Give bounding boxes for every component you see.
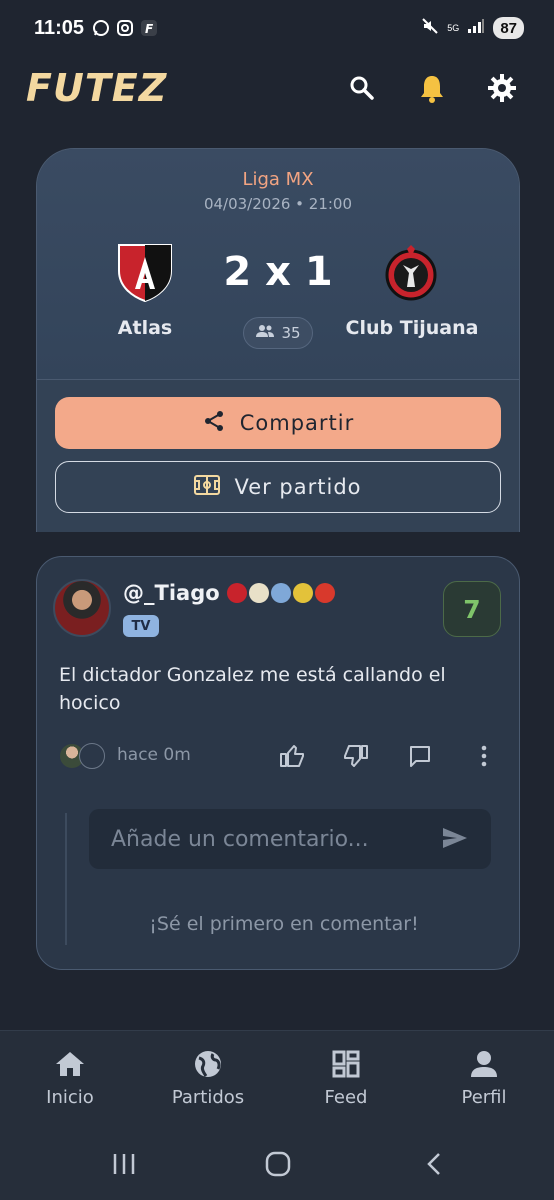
app-logo: FUTEZ (26, 66, 168, 110)
globe-icon (148, 1047, 268, 1081)
card-divider (37, 379, 519, 380)
nav-label-partidos: Partidos (171, 1087, 245, 1108)
match-score: 2 x 1 (223, 249, 333, 295)
team-badge-icon (227, 583, 247, 603)
person-icon (424, 1047, 544, 1081)
dashboard-icon (286, 1047, 406, 1081)
bottom-nav: Inicio Partidos Feed Perfil (0, 1030, 554, 1126)
watch-match-button[interactable]: Ver partido (55, 461, 501, 513)
avatar[interactable] (53, 579, 111, 637)
home-icon (10, 1047, 130, 1081)
comment-placeholder: Añade un comentario... (111, 826, 369, 852)
signal-icon (467, 18, 485, 39)
comment-input[interactable]: Añade un comentario... (89, 809, 491, 869)
nav-label-feed: Feed (324, 1087, 368, 1108)
more-options-icon[interactable] (469, 741, 499, 771)
status-time: 11:05 (34, 16, 85, 39)
back-icon[interactable] (414, 1150, 454, 1178)
post-username[interactable]: @_Tiago (123, 581, 220, 605)
pitch-icon (194, 474, 221, 500)
status-bar: 11:05 F 5G 87 (0, 0, 554, 56)
nav-item-feed[interactable]: Feed (286, 1047, 406, 1108)
comment-icon[interactable] (405, 741, 435, 771)
thumbs-down-icon[interactable] (341, 741, 371, 771)
home-button-icon[interactable] (258, 1150, 298, 1178)
match-datetime: 04/03/2026 • 21:00 (203, 195, 353, 213)
whatsapp-icon (92, 19, 110, 37)
mute-icon (421, 17, 439, 40)
gear-icon[interactable] (486, 72, 518, 104)
match-card[interactable]: Liga MX 04/03/2026 • 21:00 Atlas 2 x 1 3… (36, 148, 520, 532)
league-name: Liga MX (242, 169, 314, 190)
network-type: 5G (447, 22, 460, 33)
post-timestamp: hace 0m (117, 745, 191, 765)
rating-badge[interactable]: 7 (443, 581, 501, 637)
home-team-name: Atlas (117, 317, 173, 339)
post-text: El dictador Gonzalez me está callando el… (59, 664, 446, 714)
share-icon (202, 409, 226, 438)
viewers-count: 35 (243, 317, 313, 349)
group-icon (255, 324, 275, 342)
nav-label-perfil: Perfil (461, 1087, 507, 1108)
team-badge-icon (249, 583, 269, 603)
user-tag: TV (123, 615, 159, 637)
nav-item-partidos[interactable]: Partidos (148, 1047, 268, 1108)
app-bar: FUTEZ (0, 58, 554, 118)
share-label: Compartir (239, 411, 355, 435)
nav-label-inicio: Inicio (46, 1087, 94, 1108)
bell-icon[interactable] (416, 72, 448, 104)
viewers-value: 35 (281, 324, 301, 342)
match-header: Liga MX 04/03/2026 • 21:00 Atlas 2 x 1 3… (37, 149, 519, 379)
share-button[interactable]: Compartir (55, 397, 501, 449)
team-badges (227, 583, 335, 603)
recent-apps-icon[interactable] (104, 1150, 144, 1178)
team-badge-icon (271, 583, 291, 603)
team-badge-icon (293, 583, 313, 603)
system-navigation-bar (0, 1126, 554, 1200)
tijuana-crest-icon (381, 243, 441, 305)
svg-text:F: F (145, 22, 154, 36)
reactor-avatar (79, 743, 105, 769)
watch-label: Ver partido (234, 475, 362, 499)
team-badge-icon (315, 583, 335, 603)
empty-comments-text: ¡Sé el primero en comentar! (149, 913, 419, 935)
status-indicators: 5G 87 (421, 17, 524, 40)
nav-item-perfil[interactable]: Perfil (424, 1047, 544, 1108)
away-team-name: Club Tijuana (345, 317, 479, 339)
nav-item-inicio[interactable]: Inicio (10, 1047, 130, 1108)
search-icon[interactable] (346, 72, 378, 104)
instagram-icon (116, 19, 134, 37)
thumbs-up-icon[interactable] (277, 741, 307, 771)
post-card: @_Tiago TV 7 El dictador Gonzalez me est… (36, 556, 520, 970)
send-icon[interactable] (441, 826, 469, 856)
battery-level: 87 (493, 17, 524, 39)
futez-icon: F (140, 19, 158, 37)
